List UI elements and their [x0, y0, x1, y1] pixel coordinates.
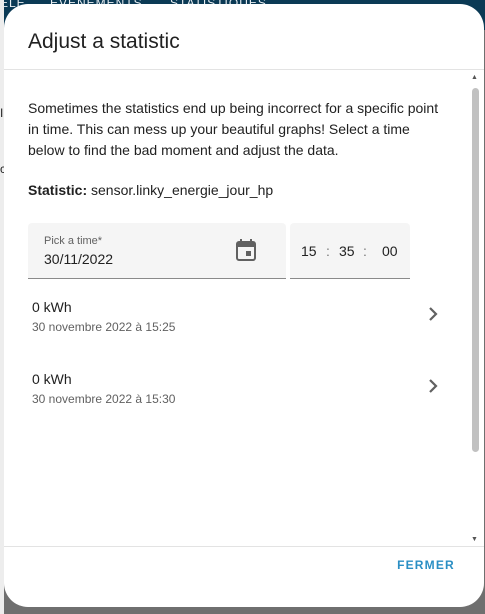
- scroll-up-arrow-icon[interactable]: ▲: [471, 74, 478, 81]
- calendar-icon[interactable]: [236, 239, 256, 261]
- date-field-label: Pick a time*: [44, 235, 103, 247]
- footer-divider: [4, 546, 484, 547]
- time-minutes[interactable]: 35: [339, 243, 355, 259]
- scroll-down-arrow-icon[interactable]: ▼: [471, 536, 478, 543]
- dialog-title: Adjust a statistic: [28, 30, 180, 53]
- time-hours[interactable]: 15: [301, 243, 317, 259]
- time-picker-field[interactable]: 15 : 35 : 00: [290, 223, 410, 279]
- dialog-description: Sometimes the statistics end up being in…: [28, 100, 439, 158]
- close-button[interactable]: FERMER: [387, 552, 465, 578]
- chevron-right-icon: [429, 379, 438, 393]
- scrollbar-thumb[interactable]: [472, 88, 479, 452]
- background-mark-1: I: [0, 106, 4, 120]
- statistic-id: sensor.linky_energie_jour_hp: [91, 182, 274, 198]
- statistic-line: Statistic: sensor.linky_energie_jour_hp: [28, 182, 273, 198]
- chevron-right-icon: [429, 307, 438, 321]
- statistic-label: Statistic:: [28, 182, 88, 198]
- time-separator: :: [363, 243, 367, 259]
- entry-date: 30 novembre 2022 à 15:30: [32, 392, 176, 406]
- dialog-content: Sometimes the statistics end up being in…: [4, 70, 484, 546]
- content-scrollbar[interactable]: ▲ ▼: [469, 74, 481, 546]
- time-separator: :: [326, 243, 330, 259]
- statistic-entry[interactable]: 0 kWh 30 novembre 2022 à 15:25: [4, 299, 472, 359]
- date-picker-field[interactable]: Pick a time* 30/11/2022: [28, 223, 286, 279]
- date-field-value[interactable]: 30/11/2022: [44, 251, 113, 267]
- entry-date: 30 novembre 2022 à 15:25: [32, 320, 176, 334]
- entry-value: 0 kWh: [32, 371, 72, 387]
- entry-value: 0 kWh: [32, 299, 72, 315]
- time-seconds[interactable]: 00: [382, 243, 398, 259]
- statistic-entry[interactable]: 0 kWh 30 novembre 2022 à 15:30: [4, 371, 472, 431]
- adjust-statistic-dialog: Adjust a statistic Sometimes the statist…: [4, 4, 484, 607]
